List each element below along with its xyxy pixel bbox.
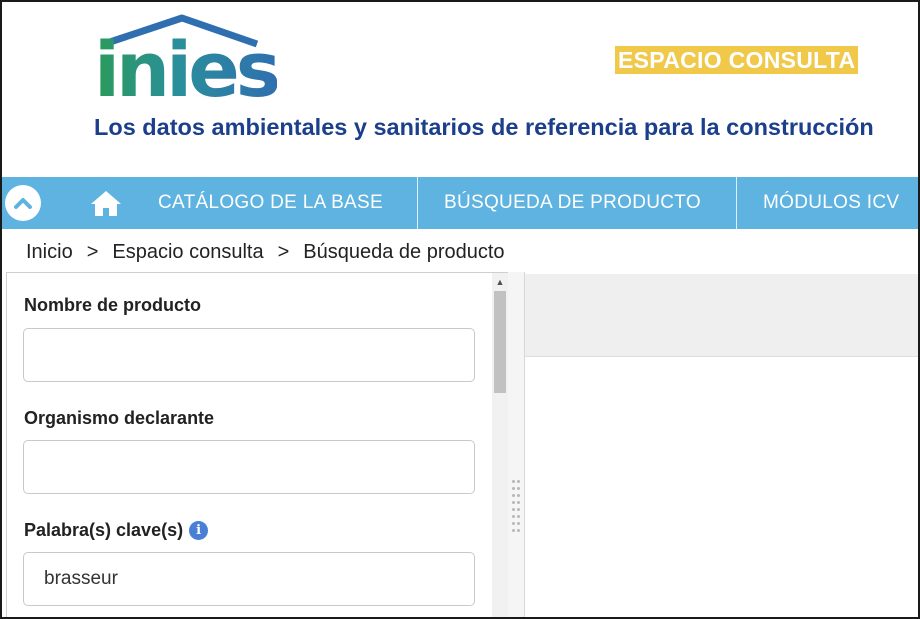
page-frame: inies ESPACIO CONSULTA Los datos ambient…: [0, 0, 920, 619]
nav-toggle-button[interactable]: [5, 185, 41, 221]
breadcrumb: Inicio > Espacio consulta > Búsqueda de prod…: [26, 241, 505, 264]
declarant-input[interactable]: [23, 440, 475, 494]
results-area: [525, 357, 918, 617]
search-panel: Nombre de producto Organismo declarante …: [6, 272, 510, 617]
inies-logo[interactable]: inies: [92, 14, 281, 108]
nav-divider: [417, 177, 418, 229]
nav-divider: [736, 177, 737, 229]
espacio-consulta-badge: ESPACIO CONSULTA: [615, 46, 859, 74]
product-name-label: Nombre de producto: [24, 295, 202, 315]
breadcrumb-separator: >: [86, 241, 99, 263]
breadcrumb-separator: >: [277, 241, 290, 263]
breadcrumb-espacio-consulta[interactable]: Espacio consulta: [112, 241, 263, 263]
home-icon[interactable]: [90, 189, 122, 217]
keywords-label-row: Palabra(s) clave(s) i: [24, 520, 209, 541]
nav-item-catalogo[interactable]: CATÁLOGO DE LA BASE: [158, 177, 383, 229]
breadcrumb-current: Búsqueda de producto: [303, 241, 505, 263]
scroll-up-icon[interactable]: ▲: [492, 275, 508, 289]
results-header: [525, 274, 918, 357]
main-nav: CATÁLOGO DE LA BASE BÚSQUEDA DE PRODUCTO…: [2, 177, 918, 229]
site-tagline: Los datos ambientales y sanitarios de re…: [94, 114, 874, 140]
scroll-thumb[interactable]: [494, 291, 506, 393]
logo-text: inies: [94, 25, 281, 114]
info-icon[interactable]: i: [189, 521, 209, 540]
nav-item-busqueda[interactable]: BÚSQUEDA DE PRODUCTO: [444, 177, 701, 229]
keywords-label: Palabra(s) clave(s): [24, 520, 184, 540]
keywords-input[interactable]: [23, 552, 475, 606]
product-name-input[interactable]: [23, 328, 475, 382]
drag-handle-icon[interactable]: [512, 480, 520, 532]
nav-item-modulos[interactable]: MÓDULOS ICV: [763, 177, 899, 229]
panel-splitter[interactable]: [508, 272, 525, 617]
breadcrumb-inicio[interactable]: Inicio: [26, 241, 73, 263]
panel-scrollbar[interactable]: ▲: [492, 273, 508, 617]
chevron-up-icon: [14, 198, 32, 209]
declarant-label: Organismo declarante: [24, 408, 215, 428]
